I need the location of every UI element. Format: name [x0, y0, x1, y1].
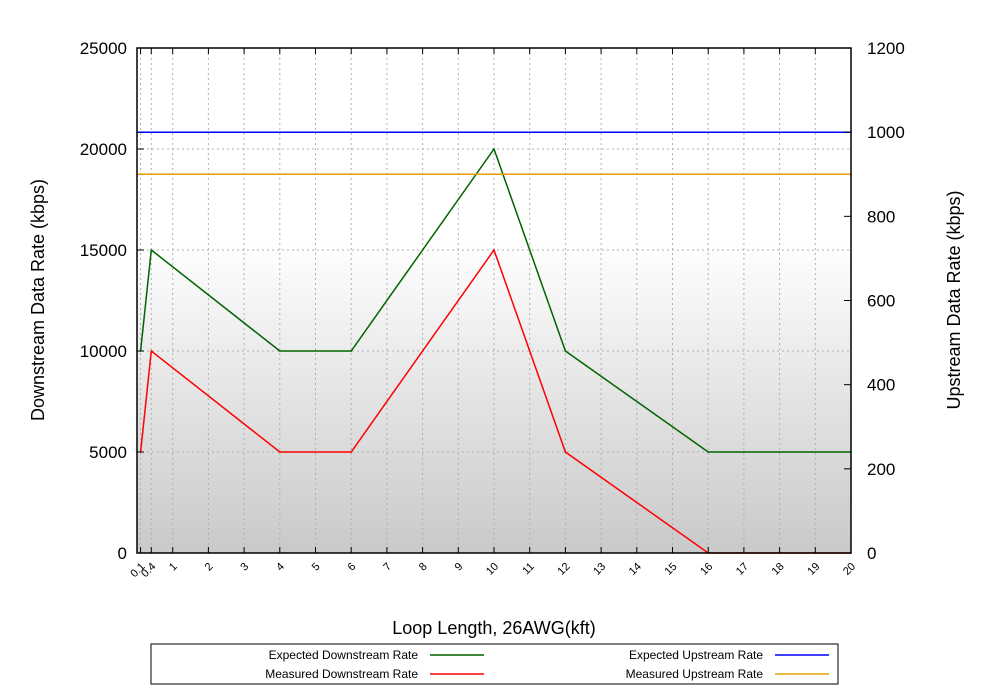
- data-point-expected-downstream-rate: [493, 148, 495, 150]
- y-tick-label-right: 0: [867, 544, 876, 563]
- x-tick-label: 4: [274, 561, 287, 574]
- legend-label: Expected Downstream Rate: [269, 648, 419, 662]
- x-tick-label: 13: [591, 561, 608, 578]
- y-tick-label-left: 0: [118, 544, 127, 563]
- x-tick-label: 19: [805, 561, 822, 578]
- x-tick-label: 14: [627, 561, 644, 578]
- legend: Expected Downstream Rate Measured Downstr…: [150, 643, 839, 685]
- y-tick-label-right: 800: [867, 207, 895, 226]
- data-point-expected-downstream-rate: [707, 451, 709, 453]
- data-point-measured-downstream-rate: [150, 350, 153, 352]
- y-tick-label-right: 400: [867, 376, 895, 395]
- data-point-expected-downstream-rate: [564, 350, 567, 352]
- y-axis-left-label: Downstream Data Rate (kbps): [28, 179, 48, 421]
- x-axis-label: Loop Length, 26AWG(kft): [392, 618, 595, 638]
- x-tick-label: 6: [346, 561, 359, 574]
- y-tick-label-left: 15000: [80, 241, 127, 260]
- y-axis-left: 0 5000 10000 15000 20000 25000: [80, 39, 144, 563]
- x-tick-label: 16: [698, 561, 715, 578]
- x-tick-label: 1: [167, 561, 180, 574]
- legend-label: Measured Upstream Rate: [626, 667, 764, 681]
- chart-canvas: 0 5000 10000 15000 20000 25000 0 200 400 600 800 1…: [28, 39, 964, 685]
- y-tick-label-left: 10000: [80, 342, 127, 361]
- data-point-measured-downstream-rate: [279, 451, 281, 453]
- y-tick-label-left: 25000: [80, 39, 127, 58]
- x-tick-label: 20: [841, 561, 858, 578]
- x-tick-label: 2: [203, 561, 216, 574]
- legend-label: Measured Downstream Rate: [265, 667, 418, 681]
- y-tick-label-left: 5000: [89, 443, 127, 462]
- legend-label: Expected Upstream Rate: [629, 648, 763, 662]
- x-tick-label: 5: [310, 561, 323, 574]
- data-point-measured-downstream-rate: [350, 451, 353, 453]
- x-tick-label: 18: [770, 561, 787, 578]
- y-tick-label-left: 20000: [80, 140, 127, 159]
- x-tick-label: 12: [555, 561, 572, 578]
- x-tick-label: 15: [662, 561, 679, 578]
- x-tick-label: 17: [734, 561, 751, 578]
- x-tick-label: 9: [453, 561, 466, 574]
- x-tick-label: 7: [381, 561, 394, 574]
- x-tick-label: 8: [417, 561, 430, 574]
- x-tick-label: 11: [520, 561, 537, 578]
- data-point-measured-downstream-rate: [493, 249, 495, 251]
- y-tick-label-right: 200: [867, 460, 895, 479]
- x-tick-label: 3: [238, 561, 251, 574]
- y-axis-right-label: Upstream Data Rate (kbps): [944, 190, 964, 409]
- y-axis-right: 0 200 400 600 800 1000 1200: [844, 39, 905, 563]
- y-tick-label-right: 1000: [867, 123, 905, 142]
- data-point-expected-downstream-rate: [279, 350, 281, 352]
- y-tick-label-right: 1200: [867, 39, 905, 58]
- x-tick-label: 10: [484, 561, 501, 578]
- data-point-expected-downstream-rate: [150, 249, 153, 251]
- data-point-expected-downstream-rate: [350, 350, 353, 352]
- y-tick-label-right: 600: [867, 292, 895, 311]
- data-point-measured-downstream-rate: [564, 451, 567, 453]
